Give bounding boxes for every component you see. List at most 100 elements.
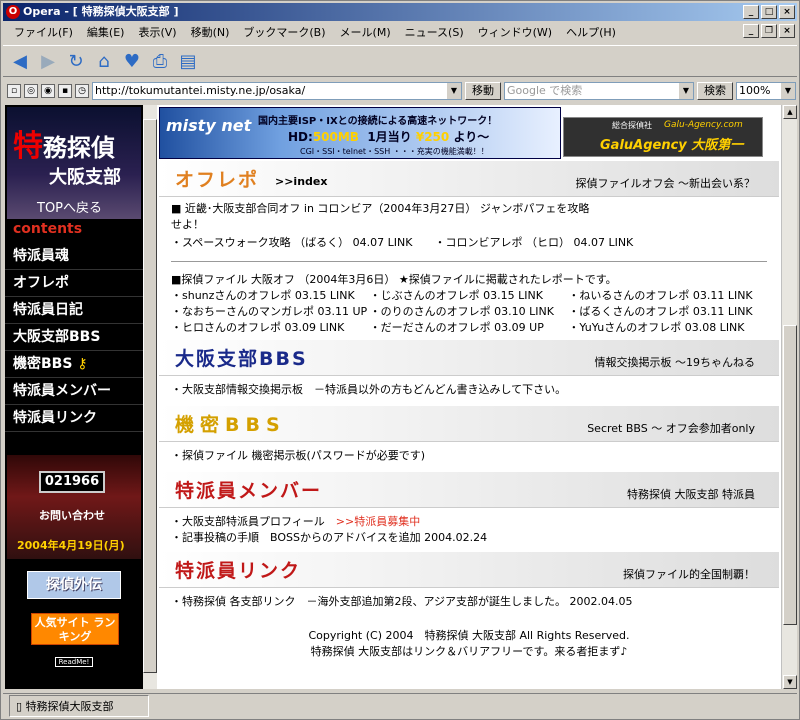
- secret-link[interactable]: ・探偵ファイル 機密掲示板(パスワードが必要です): [171, 448, 767, 464]
- ranking-banner[interactable]: 人気サイト ランキング: [31, 613, 119, 645]
- bookmark-icon[interactable]: ▪: [58, 84, 72, 98]
- bbs-link[interactable]: ・大阪支部情報交換掲示板 －特派員以外の方もどんどん書き込みして下さい。: [171, 382, 767, 398]
- report-item[interactable]: ・shunzさんのオフレポ 03.15 LINK: [171, 288, 370, 304]
- report-item[interactable]: ・ばるくさんのオフレポ 03.11 LINK: [568, 304, 767, 320]
- close-button[interactable]: ×: [779, 5, 795, 19]
- sidebar-item-tokuhain-tamashii[interactable]: 特派員魂: [5, 243, 143, 270]
- menu-navigate[interactable]: 移動(N): [184, 24, 237, 40]
- branch-links[interactable]: ・特務探偵 各支部リンク －海外支部追加第2段、アジア支部が誕生しました。 20…: [171, 594, 767, 610]
- sidebar-item-members[interactable]: 特派員メンバー: [5, 378, 143, 405]
- footer: Copyright (C) 2004 特務探偵 大阪支部 All Rights …: [159, 628, 779, 660]
- report-item[interactable]: ・ヒロさんのオフレポ 03.09 LINK: [171, 320, 370, 336]
- links-body: ・特務探偵 各支部リンク －海外支部追加第2段、アジア支部が誕生しました。 20…: [159, 588, 779, 614]
- sidebar-item-diary[interactable]: 特派員日記: [5, 297, 143, 324]
- maximize-button[interactable]: □: [761, 5, 777, 19]
- url-text: http://tokumutantei.misty.ne.jp/osaka/: [95, 84, 306, 97]
- misty-line2: HD:500MB 1月当り ¥250 より〜: [288, 128, 489, 145]
- report-row: ・なおちーさんのマンガレポ 03.11 UP ・のりのさんのオフレポ 03.10…: [171, 304, 767, 320]
- camera-icon[interactable]: ◎: [24, 84, 38, 98]
- misty-net-banner[interactable]: misty net 国内主要ISP・IXとの接続による高速ネットワーク！ HD:…: [159, 107, 561, 159]
- barrier-free-note: 特務探偵 大阪支部はリンク＆バリアフリーです。来る者拒まず♪: [310, 645, 628, 658]
- navigation-toolbar: ◀ ▶ ↻ ⌂ ♥ ⎙ ▤: [3, 45, 797, 77]
- section-header-members: 特派員メンバー 特務探偵 大阪支部 特派員: [159, 472, 779, 508]
- scroll-up-icon[interactable]: ▲: [783, 105, 797, 119]
- galu-agency-banner[interactable]: 総合探偵社 Galu-Agency.com GaluAgency 大阪第一: [563, 117, 763, 157]
- report-item[interactable]: ・なおちーさんのマンガレポ 03.11 UP: [171, 304, 370, 320]
- report-item[interactable]: ・ねいるさんのオフレポ 03.11 LINK: [568, 288, 767, 304]
- secret-bbs-label: 機密BBS: [13, 356, 73, 372]
- report-item[interactable]: ・じぶさんのオフレポ 03.15 LINK: [370, 288, 569, 304]
- url-dropdown-icon[interactable]: ▼: [447, 83, 461, 99]
- left-sidebar: 特務探偵 大阪支部 TOPへ戻る contents 特派員魂 オフレポ 特派員日…: [5, 105, 143, 689]
- search-button[interactable]: 検索: [697, 82, 733, 100]
- tantei-gaiden-banner[interactable]: 探偵外伝: [27, 571, 121, 599]
- forward-arrow-icon[interactable]: ▶: [37, 50, 59, 72]
- offrepo-body2: ■探偵ファイル 大阪オフ （2004年3月6日） ★探偵ファイルに掲載されたレポ…: [159, 268, 779, 340]
- mdi-restore-button[interactable]: ❐: [761, 24, 777, 38]
- go-button[interactable]: 移動: [465, 82, 501, 100]
- report-item[interactable]: ・のりのさんのオフレポ 03.10 LINK: [370, 304, 569, 320]
- sidebar-item-secret-bbs[interactable]: 機密BBS ⚷: [5, 351, 143, 378]
- search-field[interactable]: Google で検索 ▼: [504, 82, 694, 100]
- menu-edit[interactable]: 編集(E): [80, 24, 132, 40]
- url-field[interactable]: http://tokumutantei.misty.ne.jp/osaka/ ▼: [92, 82, 462, 100]
- key-icon: ⚷: [77, 356, 88, 372]
- top-link[interactable]: TOPへ戻る: [37, 197, 102, 216]
- print-icon[interactable]: ⎙: [149, 50, 171, 72]
- recruit-link[interactable]: >>特派員募集中: [336, 515, 420, 528]
- page-scrollbar[interactable]: ▲ ▼: [781, 105, 797, 689]
- logo-big-char: 特: [13, 129, 43, 164]
- mdi-minimize-button[interactable]: _: [743, 24, 759, 38]
- status-label: 特務探偵大阪支部: [25, 699, 114, 713]
- misty-from: より〜: [453, 130, 490, 144]
- offrepo-p1-links[interactable]: ・スペースウォーク攻略 （ばるく） 04.07 LINK ・コロンビアレポ （ヒ…: [171, 235, 767, 251]
- readme-banner[interactable]: ReadMe!: [55, 657, 93, 667]
- misty-hd: HD:: [288, 130, 313, 144]
- section-header-offrepo: オフレポ >>index 探偵ファイルオフ会 〜新出会い系？: [159, 161, 779, 197]
- inquiry-link[interactable]: お問い合わせ: [39, 507, 105, 523]
- minimize-button[interactable]: _: [743, 5, 759, 19]
- clock-icon[interactable]: ◷: [75, 84, 89, 98]
- site-logo[interactable]: 特務探偵 大阪支部 TOPへ戻る: [7, 107, 141, 219]
- misty-logo: misty net: [166, 116, 252, 135]
- main-content: オフレポ >>index 探偵ファイルオフ会 〜新出会い系？ ■ 近畿･大阪支部…: [159, 161, 779, 660]
- members-procedure-link[interactable]: ・記事投稿の手順 BOSSからのアドバイスを追加 2004.02.24: [171, 530, 767, 546]
- links-title: 特派員リンク: [175, 560, 302, 582]
- mdi-close-button[interactable]: ×: [779, 24, 795, 38]
- menu-news[interactable]: ニュース(S): [398, 24, 471, 40]
- sidebar-scroll-thumb[interactable]: [143, 119, 157, 673]
- menu-file[interactable]: ファイル(F): [7, 24, 80, 40]
- sidebar-scrollbar[interactable]: [143, 105, 157, 689]
- misty-line1: 国内主要ISP・IXとの接続による高速ネットワーク！: [258, 116, 498, 127]
- galu-l2: Galu-Agency.com: [664, 120, 743, 130]
- menu-bookmarks[interactable]: ブックマーク(B): [236, 24, 332, 40]
- offrepo-index-link[interactable]: >>index: [275, 175, 327, 188]
- reload-icon[interactable]: ↻: [65, 50, 87, 72]
- search-dropdown-icon[interactable]: ▼: [679, 83, 693, 99]
- back-arrow-icon[interactable]: ◀: [9, 50, 31, 72]
- bbs-title: 大阪支部BBS: [175, 348, 308, 370]
- misty-capacity: 500MB: [312, 130, 359, 144]
- menu-mail[interactable]: メール(M): [333, 24, 398, 40]
- offrepo-title: オフレポ: [175, 169, 260, 191]
- report-item[interactable]: ・だーださんのオフレポ 03.09 UP: [370, 320, 569, 336]
- menu-window[interactable]: ウィンドウ(W): [471, 24, 559, 40]
- menu-view[interactable]: 表示(V): [131, 24, 183, 40]
- disc-icon[interactable]: ◉: [41, 84, 55, 98]
- hotlist-icon[interactable]: ♥: [121, 50, 143, 72]
- sidebar-item-osaka-bbs[interactable]: 大阪支部BBS: [5, 324, 143, 351]
- page-icon[interactable]: ▤: [177, 50, 199, 72]
- profile-link[interactable]: ・大阪支部特派員プロフィール: [171, 515, 336, 528]
- report-item[interactable]: ・YuYuさんのオフレポ 03.08 LINK: [568, 320, 767, 336]
- zoom-dropdown-icon[interactable]: ▼: [781, 83, 795, 99]
- sidebar-item-offrepo[interactable]: オフレポ: [5, 270, 143, 297]
- page-info-icon[interactable]: ▫: [7, 84, 21, 98]
- menu-help[interactable]: ヘルプ(H): [559, 24, 623, 40]
- scroll-down-icon[interactable]: ▼: [783, 675, 797, 689]
- zoom-select[interactable]: 100% ▼: [736, 82, 796, 100]
- sidebar-item-links[interactable]: 特派員リンク: [5, 405, 143, 432]
- page-scroll-thumb[interactable]: [783, 325, 797, 625]
- misty-per-month: 1月当り: [367, 130, 412, 144]
- window-title: Opera - [ 特務探偵大阪支部 ]: [23, 5, 179, 18]
- home-icon[interactable]: ⌂: [93, 50, 115, 72]
